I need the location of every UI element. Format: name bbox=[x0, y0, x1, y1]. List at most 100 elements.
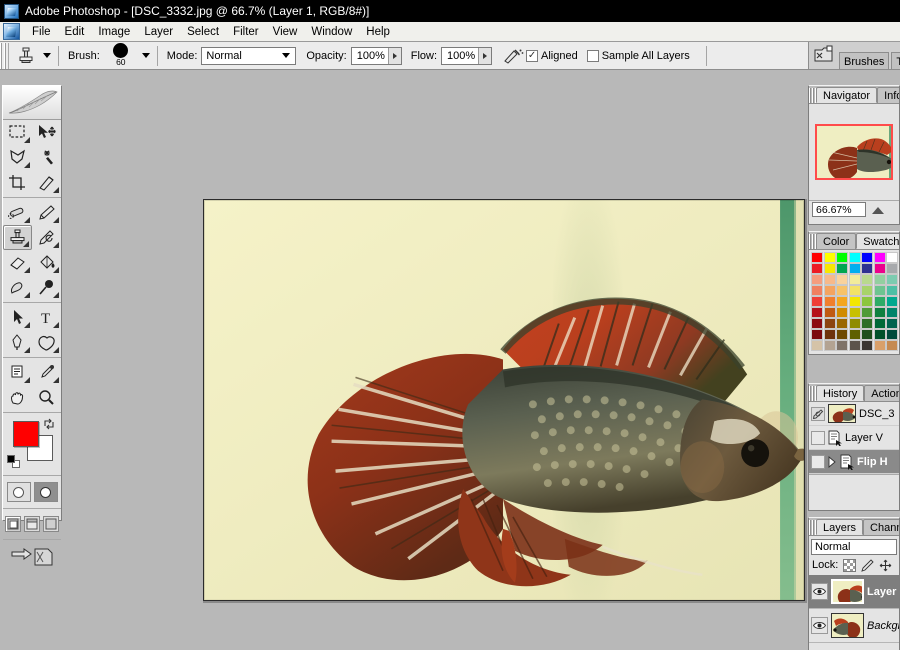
crop-tool[interactable] bbox=[3, 170, 32, 195]
well-tab-brushes[interactable]: Brushes bbox=[839, 52, 890, 69]
move-tool[interactable] bbox=[32, 120, 61, 145]
swatch-1-3[interactable] bbox=[848, 263, 861, 274]
menu-view[interactable]: View bbox=[266, 24, 305, 40]
opacity-field[interactable]: 100% bbox=[350, 46, 402, 65]
swatch-8-2[interactable] bbox=[836, 340, 849, 351]
healing-brush-tool[interactable] bbox=[3, 200, 32, 225]
swatch-6-0[interactable] bbox=[811, 318, 823, 329]
smudge-tool[interactable] bbox=[3, 275, 32, 300]
lock-image-icon[interactable] bbox=[861, 558, 874, 572]
swatch-7-3[interactable] bbox=[848, 329, 861, 340]
brush-picker-chevron-icon[interactable] bbox=[141, 53, 150, 58]
swatch-1-2[interactable] bbox=[836, 263, 849, 274]
swatch-8-5[interactable] bbox=[873, 340, 886, 351]
swatch-2-1[interactable] bbox=[823, 274, 836, 285]
swatch-3-6[interactable] bbox=[886, 285, 899, 296]
menu-layer[interactable]: Layer bbox=[137, 24, 180, 40]
swatch-2-0[interactable] bbox=[811, 274, 823, 285]
default-colors-icon[interactable] bbox=[7, 455, 20, 468]
blend-mode-select[interactable]: Normal bbox=[201, 46, 297, 65]
swatch-3-5[interactable] bbox=[873, 285, 886, 296]
swatch-5-4[interactable] bbox=[861, 307, 874, 318]
history-brush-source-slot[interactable] bbox=[811, 454, 825, 469]
clone-stamp-icon[interactable] bbox=[13, 45, 39, 67]
full-screen-button[interactable] bbox=[43, 516, 59, 532]
lock-transparency-icon[interactable] bbox=[843, 558, 857, 572]
app-document-icon[interactable] bbox=[3, 23, 20, 40]
foreground-color-swatch[interactable] bbox=[13, 421, 39, 447]
palette-grip[interactable] bbox=[809, 234, 816, 249]
airbrush-icon[interactable] bbox=[500, 45, 526, 67]
swatch-2-2[interactable] bbox=[836, 274, 849, 285]
zoom-slider-icon[interactable] bbox=[870, 205, 886, 215]
palette-grip[interactable] bbox=[809, 386, 816, 401]
swatch-5-1[interactable] bbox=[823, 307, 836, 318]
palette-grip[interactable] bbox=[809, 520, 816, 535]
history-brush-source-slot[interactable] bbox=[811, 430, 825, 445]
opacity-slider-arrow-icon[interactable] bbox=[387, 47, 401, 64]
lasso-tool[interactable] bbox=[3, 145, 32, 170]
swatch-2-6[interactable] bbox=[886, 274, 899, 285]
swatch-4-1[interactable] bbox=[823, 296, 836, 307]
history-state-layer-via-copy[interactable]: Layer V bbox=[809, 426, 899, 450]
swap-colors-icon[interactable] bbox=[43, 418, 55, 430]
tab-actions[interactable]: Actions bbox=[864, 385, 899, 401]
path-selection-tool[interactable] bbox=[3, 305, 32, 330]
swatch-7-4[interactable] bbox=[861, 329, 874, 340]
notes-tool[interactable] bbox=[3, 360, 32, 385]
menu-help[interactable]: Help bbox=[359, 24, 397, 40]
swatch-6-5[interactable] bbox=[873, 318, 886, 329]
swatch-8-3[interactable] bbox=[848, 340, 861, 351]
layer-blend-mode-select[interactable]: Normal bbox=[811, 538, 897, 555]
swatch-8-1[interactable] bbox=[823, 340, 836, 351]
swatch-7-2[interactable] bbox=[836, 329, 849, 340]
document-canvas[interactable] bbox=[203, 199, 805, 601]
magic-wand-tool[interactable] bbox=[32, 145, 61, 170]
jump-to-imageready-icon[interactable] bbox=[3, 542, 61, 572]
swatch-6-6[interactable] bbox=[886, 318, 899, 329]
swatch-7-5[interactable] bbox=[873, 329, 886, 340]
well-tab-toolpresets[interactable]: T bbox=[891, 52, 900, 69]
tab-channels[interactable]: Channels bbox=[863, 519, 899, 535]
swatch-5-3[interactable] bbox=[848, 307, 861, 318]
swatch-6-1[interactable] bbox=[823, 318, 836, 329]
clone-stamp-tool[interactable] bbox=[3, 225, 32, 250]
brush-tool[interactable] bbox=[32, 200, 61, 225]
menu-select[interactable]: Select bbox=[180, 24, 226, 40]
type-tool[interactable]: T bbox=[32, 305, 61, 330]
swatch-3-1[interactable] bbox=[823, 285, 836, 296]
swatch-1-4[interactable] bbox=[861, 263, 874, 274]
hand-tool[interactable] bbox=[3, 385, 32, 410]
swatch-6-4[interactable] bbox=[861, 318, 874, 329]
swatch-4-2[interactable] bbox=[836, 296, 849, 307]
swatch-2-5[interactable] bbox=[873, 274, 886, 285]
history-brush-tool[interactable] bbox=[32, 225, 61, 250]
swatch-2-4[interactable] bbox=[861, 274, 874, 285]
zoom-tool[interactable] bbox=[32, 385, 61, 410]
slice-tool[interactable] bbox=[32, 170, 61, 195]
custom-shape-tool[interactable] bbox=[32, 330, 61, 355]
navigator-view-box[interactable] bbox=[815, 124, 893, 180]
layer-row-background[interactable]: Backgr bbox=[809, 609, 899, 643]
swatch-4-5[interactable] bbox=[873, 296, 886, 307]
swatch-1-5[interactable] bbox=[873, 263, 886, 274]
swatch-5-2[interactable] bbox=[836, 307, 849, 318]
menu-edit[interactable]: Edit bbox=[58, 24, 92, 40]
brush-preview[interactable]: 60 bbox=[104, 42, 138, 69]
swatch-0-4[interactable] bbox=[861, 252, 874, 263]
swatch-7-0[interactable] bbox=[811, 329, 823, 340]
palette-well-icon[interactable] bbox=[814, 45, 834, 65]
swatch-3-4[interactable] bbox=[861, 285, 874, 296]
menu-file[interactable]: File bbox=[25, 24, 58, 40]
menu-window[interactable]: Window bbox=[304, 24, 359, 40]
options-bar-grip[interactable] bbox=[0, 42, 9, 69]
eye-icon[interactable] bbox=[811, 617, 828, 634]
layer-row-layer1[interactable]: Layer bbox=[809, 575, 899, 609]
swatch-5-6[interactable] bbox=[886, 307, 899, 318]
pen-tool[interactable] bbox=[3, 330, 32, 355]
tab-history[interactable]: History bbox=[816, 385, 865, 401]
rectangular-marquee-tool[interactable] bbox=[3, 120, 32, 145]
swatch-3-2[interactable] bbox=[836, 285, 849, 296]
flow-field[interactable]: 100% bbox=[441, 46, 493, 65]
swatch-5-0[interactable] bbox=[811, 307, 823, 318]
